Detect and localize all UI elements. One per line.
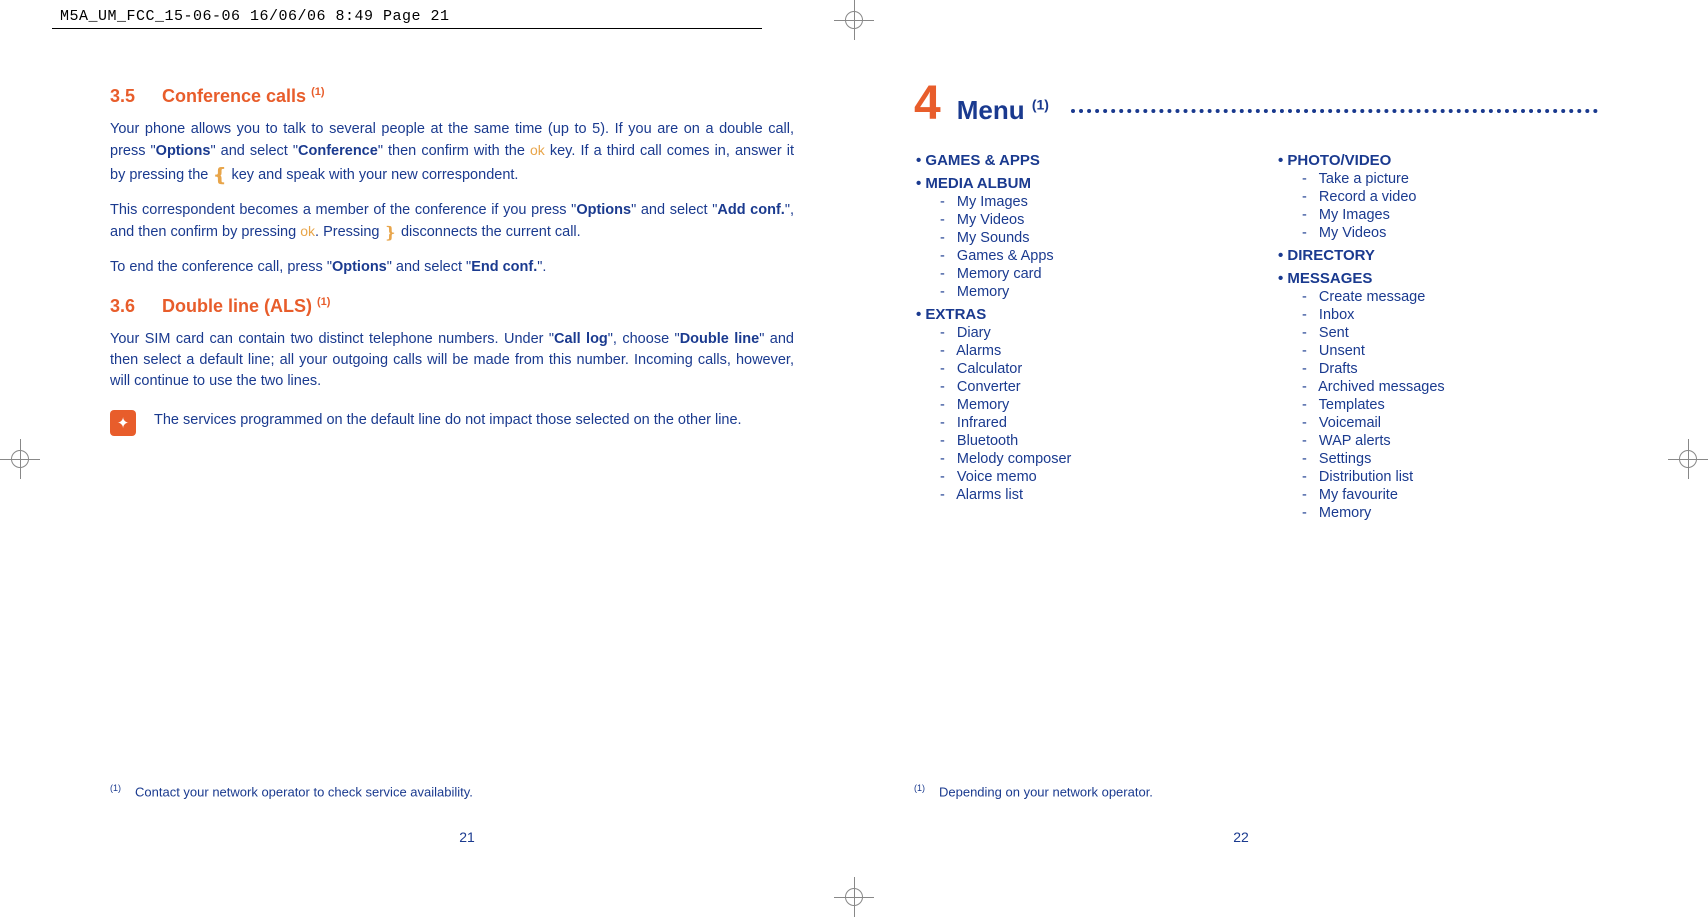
header-rule	[52, 28, 762, 29]
menu-item: My Videos	[914, 212, 1236, 228]
page-number: 22	[854, 829, 1628, 845]
menu-item: WAP alerts	[1276, 433, 1598, 449]
menu-item: Record a video	[1276, 189, 1598, 205]
section-title: Double line (ALS)	[162, 296, 317, 316]
paragraph: Your phone allows you to talk to several…	[110, 119, 794, 188]
menu-column: GAMES & APPS MEDIA ALBUM My Images My Video…	[914, 146, 1236, 523]
menu-item: Memory	[1276, 505, 1598, 521]
menu-item: Unsent	[1276, 343, 1598, 359]
menu-item: Calculator	[914, 361, 1236, 377]
footnote-ref: (1)	[311, 86, 324, 98]
menu-item: Inbox	[1276, 307, 1598, 323]
section-3-6-heading: 3.6Double line (ALS) (1)	[110, 296, 794, 317]
menu-column: PHOTO/VIDEO Take a picture Record a video M…	[1276, 146, 1598, 523]
menu-item: Voice memo	[914, 469, 1236, 485]
menu-item: Archived messages	[1276, 379, 1598, 395]
footnote: (1)Depending on your network operator.	[914, 783, 1153, 799]
menu-item: My Images	[1276, 207, 1598, 223]
menu-item: Infrared	[914, 415, 1236, 431]
crop-mark-icon	[1668, 439, 1708, 479]
call-key-icon: ❴	[212, 165, 227, 185]
menu-item: Templates	[1276, 397, 1598, 413]
section-number: 3.6	[110, 296, 162, 317]
ok-key-icon: ok	[530, 142, 545, 158]
page-number: 21	[80, 829, 854, 845]
menu-item: Take a picture	[1276, 171, 1598, 187]
paragraph: This correspondent becomes a member of t…	[110, 200, 794, 245]
menu-item: My Images	[914, 194, 1236, 210]
note-callout: ✦ The services programmed on the default…	[110, 410, 794, 436]
section-number: 3.5	[110, 86, 162, 107]
page-21: 3.5Conference calls (1) Your phone allow…	[80, 70, 854, 857]
menu-item: Alarms list	[914, 487, 1236, 503]
footnote-ref: (1)	[1032, 96, 1049, 112]
menu-item: Sent	[1276, 325, 1598, 341]
menu-item: My favourite	[1276, 487, 1598, 503]
page-spread: 3.5Conference calls (1) Your phone allow…	[80, 70, 1628, 857]
menu-item: Memory	[914, 284, 1236, 300]
crop-mark-icon	[834, 877, 874, 917]
menu-item: Distribution list	[1276, 469, 1598, 485]
menu-item: Melody composer	[914, 451, 1236, 467]
menu-category: DIRECTORY	[1276, 247, 1598, 264]
menu-item: Voicemail	[1276, 415, 1598, 431]
menu-category: MEDIA ALBUM	[914, 175, 1236, 192]
menu-category: GAMES & APPS	[914, 152, 1236, 169]
menu-category: MESSAGES	[1276, 270, 1598, 287]
menu-item: Diary	[914, 325, 1236, 341]
paragraph: To end the conference call, press "Optio…	[110, 257, 794, 278]
menu-item: My Videos	[1276, 225, 1598, 241]
menu-item: Bluetooth	[914, 433, 1236, 449]
chapter-heading: 4 Menu (1)	[914, 80, 1598, 128]
menu-item: My Sounds	[914, 230, 1236, 246]
leader-dots	[1071, 109, 1598, 113]
menu-item: Create message	[1276, 289, 1598, 305]
ok-key-icon: ok	[300, 223, 315, 239]
section-3-5-heading: 3.5Conference calls (1)	[110, 86, 794, 107]
end-key-icon: ❵	[384, 225, 397, 242]
chapter-number: 4	[914, 80, 941, 128]
menu-item: Drafts	[1276, 361, 1598, 377]
menu-item: Memory card	[914, 266, 1236, 282]
menu-item: Converter	[914, 379, 1236, 395]
doc-header: M5A_UM_FCC_15-06-06 16/06/06 8:49 Page 2…	[60, 8, 450, 25]
tip-icon: ✦	[110, 410, 136, 436]
crop-mark-icon	[0, 439, 40, 479]
footnote-ref: (1)	[317, 296, 330, 308]
crop-mark-icon	[834, 0, 874, 40]
menu-category: PHOTO/VIDEO	[1276, 152, 1598, 169]
menu-item: Games & Apps	[914, 248, 1236, 264]
menu-item: Settings	[1276, 451, 1598, 467]
page-22: 4 Menu (1) GAMES & APPS MEDIA ALBUM My Ima…	[854, 70, 1628, 857]
menu-item: Memory	[914, 397, 1236, 413]
paragraph: Your SIM card can contain two distinct t…	[110, 329, 794, 392]
footnote: (1)Contact your network operator to chec…	[110, 783, 473, 799]
menu-item: Alarms	[914, 343, 1236, 359]
menu-category: EXTRAS	[914, 306, 1236, 323]
chapter-title: Menu (1)	[957, 95, 1049, 126]
section-title: Conference calls	[162, 86, 311, 106]
note-text: The services programmed on the default l…	[154, 410, 742, 430]
menu-columns: GAMES & APPS MEDIA ALBUM My Images My Video…	[914, 146, 1598, 523]
